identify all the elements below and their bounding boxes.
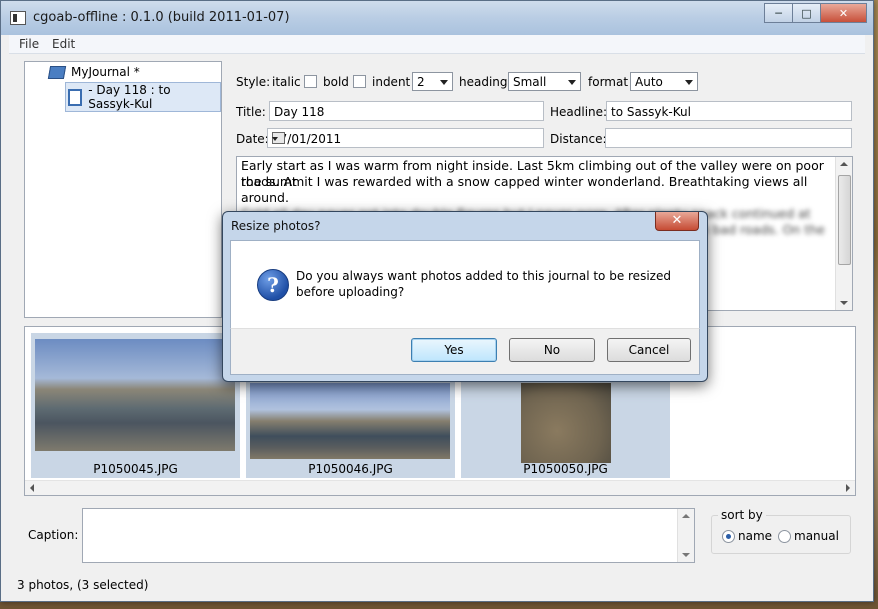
question-icon: ? [257, 269, 289, 301]
headline-label: Headline: [550, 105, 608, 119]
scroll-right-icon[interactable] [846, 484, 850, 492]
scroll-up-icon[interactable] [840, 162, 848, 166]
distance-label: Distance: [550, 132, 607, 146]
chevron-down-icon[interactable] [272, 137, 278, 141]
indent-value: 2 [417, 75, 425, 89]
photo-image [250, 383, 450, 459]
resize-photos-dialog: Resize photos? ✕ ? Do you always want ph… [222, 211, 708, 382]
maximize-button[interactable]: □ [792, 3, 821, 23]
menu-bar: File Edit [9, 35, 865, 54]
dialog-body: ? Do you always want photos added to thi… [230, 240, 700, 329]
title-value: Day 118 [274, 105, 325, 119]
photo-thumbnail[interactable]: P1050045.JPG [31, 333, 240, 478]
title-label: Title: [236, 105, 266, 119]
caption-input[interactable] [82, 508, 695, 563]
chevron-down-icon [685, 80, 693, 85]
window-title: cgoab-offline : 0.1.0 (build 2011-01-07) [33, 10, 290, 25]
menu-edit[interactable]: Edit [52, 37, 75, 51]
status-bar: 3 photos, (3 selected) [17, 578, 149, 592]
close-button[interactable]: ✕ [820, 3, 867, 23]
caption-buttons: ─ □ ✕ [764, 3, 867, 23]
heading-select[interactable]: Small [508, 72, 581, 91]
scroll-up-icon[interactable] [682, 514, 690, 518]
dialog-close-button[interactable]: ✕ [655, 212, 699, 231]
photo-filename: P1050045.JPG [93, 462, 178, 476]
italic-checkbox[interactable] [304, 75, 317, 88]
title-bar[interactable]: cgoab-offline : 0.1.0 (build 2011-01-07)… [1, 1, 873, 35]
heading-label: heading [459, 75, 508, 89]
photo-filename: P1050050.JPG [523, 462, 608, 476]
headline-input[interactable]: to Sassyk-Kul [606, 101, 852, 121]
no-button[interactable]: No [509, 338, 595, 362]
scroll-thumb[interactable] [838, 175, 851, 265]
distance-input[interactable] [605, 128, 852, 148]
menu-file[interactable]: File [19, 37, 39, 51]
photo-horizontal-scrollbar[interactable] [25, 480, 855, 495]
tree-item-day-118[interactable]: - Day 118 : to Sassyk-Kul [65, 82, 221, 112]
tree-root-label: MyJournal * [71, 65, 140, 79]
title-input[interactable]: Day 118 [269, 101, 544, 121]
sort-name-radio[interactable] [722, 530, 735, 543]
format-label: format [588, 75, 629, 89]
scroll-left-icon[interactable] [30, 484, 34, 492]
dialog-button-bar: Yes No Cancel [230, 328, 700, 375]
photo-image [35, 339, 235, 451]
tree-item-journal[interactable]: MyJournal * [47, 65, 140, 79]
date-input[interactable]: 07/01/2011 [267, 128, 544, 148]
style-label: Style: [236, 75, 271, 89]
sort-manual-radio[interactable] [778, 530, 791, 543]
yes-button[interactable]: Yes [411, 338, 497, 362]
format-select[interactable]: Auto [630, 72, 698, 91]
scroll-down-icon[interactable] [840, 301, 848, 305]
sort-by-legend: sort by [718, 508, 766, 522]
minimize-button[interactable]: ─ [764, 3, 793, 23]
close-icon: ✕ [671, 213, 683, 228]
photo-image [521, 383, 611, 463]
scroll-down-icon[interactable] [682, 553, 690, 557]
journal-icon [47, 65, 67, 79]
italic-label: italic [272, 75, 301, 89]
cancel-button[interactable]: Cancel [607, 338, 691, 362]
chevron-down-icon [568, 80, 576, 85]
page-icon [68, 88, 83, 106]
app-icon [10, 11, 26, 25]
close-icon: ✕ [838, 6, 849, 20]
indent-select[interactable]: 2 [412, 72, 453, 91]
photo-filename: P1050046.JPG [308, 462, 393, 476]
text-vertical-scrollbar[interactable] [835, 157, 852, 310]
format-value: Auto [635, 75, 663, 89]
sort-by-group: sort by name manual [711, 508, 851, 554]
caption-scrollbar[interactable] [677, 509, 694, 562]
bold-checkbox[interactable] [353, 75, 366, 88]
chevron-down-icon [440, 80, 448, 85]
headline-value: to Sassyk-Kul [611, 105, 691, 119]
date-label: Date: [236, 132, 269, 146]
indent-label: indent [372, 75, 411, 89]
tree-child-label: - Day 118 : to Sassyk-Kul [88, 83, 171, 111]
entry-line: the summit I was rewarded with a snow ca… [241, 174, 808, 205]
maximize-icon: □ [801, 6, 812, 20]
heading-value: Small [513, 75, 547, 89]
sort-manual-label[interactable]: manual [794, 529, 839, 543]
minimize-icon: ─ [775, 6, 782, 20]
dialog-message: Do you always want photos added to this … [296, 269, 671, 299]
sort-name-label[interactable]: name [738, 529, 772, 543]
dialog-title: Resize photos? [231, 219, 321, 233]
bold-label: bold [323, 75, 349, 89]
caption-label: Caption: [28, 528, 79, 542]
journal-tree[interactable]: MyJournal * - Day 118 : to Sassyk-Kul [24, 61, 222, 318]
